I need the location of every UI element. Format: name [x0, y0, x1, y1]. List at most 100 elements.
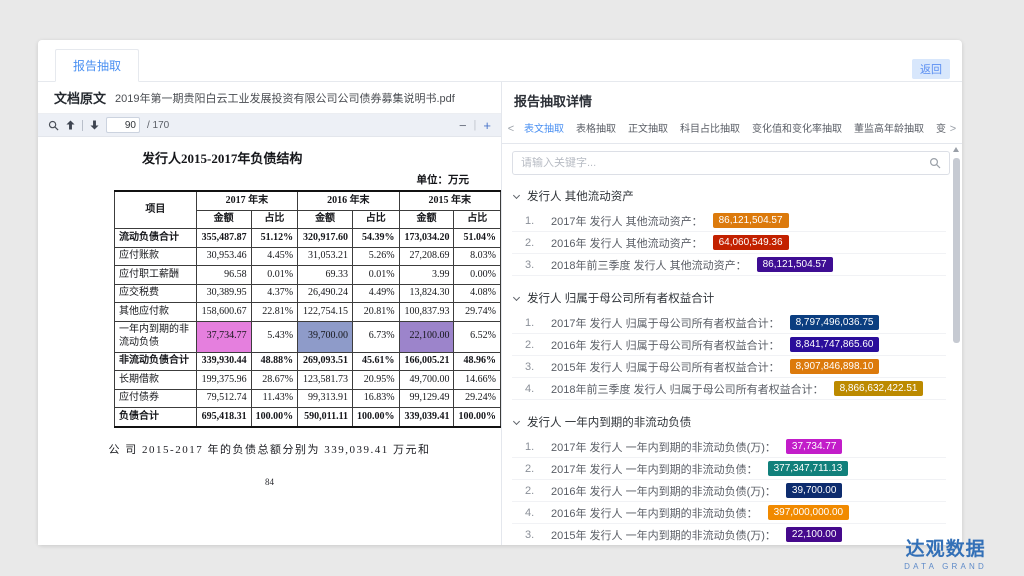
value-cell: 269,093.51	[298, 352, 353, 371]
extraction-list: 发行人 其他流动资产1.2017年 发行人 其他流动资产：86,121,504.…	[502, 181, 962, 545]
item-number: 3.	[525, 529, 541, 541]
extraction-tab[interactable]: 变化值和变化率抽取	[749, 115, 845, 144]
value-cell: 16.83%	[353, 389, 400, 408]
value-cell: 26,490.24	[298, 284, 353, 303]
page-down-icon[interactable]	[90, 120, 99, 130]
pdf-table-row: 非流动负债合计339,930.4448.88%269,093.5145.61%1…	[115, 352, 501, 371]
pdf-table-row: 应付债券79,512.7411.43%99,313.9116.83%99,129…	[115, 389, 501, 408]
extraction-item: 2.2016年 发行人 其他流动资产：64,060,549.36	[512, 232, 946, 254]
value-cell: 6.73%	[353, 321, 400, 352]
item-number: 3.	[525, 361, 541, 373]
value-badge[interactable]: 8,866,632,422.51	[834, 381, 924, 396]
item-number: 1.	[525, 441, 541, 453]
section-title: 发行人 归属于母公司所有者权益合计	[527, 290, 714, 306]
zoom-in-button[interactable]: +	[483, 118, 491, 133]
extraction-panel-title: 报告抽取详情	[502, 82, 962, 115]
value-cell: 339,039.41	[399, 408, 454, 427]
value-badge[interactable]: 8,841,747,865.60	[790, 337, 880, 352]
value-cell: 31,053.21	[298, 247, 353, 266]
value-badge[interactable]: 22,100.00	[786, 527, 843, 542]
table-header-cell: 占比	[251, 210, 298, 229]
scrollbar-thumb[interactable]	[953, 158, 960, 343]
extraction-item: 1.2017年 发行人 其他流动资产：86,121,504.57	[512, 210, 946, 232]
extraction-tab[interactable]: 变动趋势	[933, 115, 946, 144]
pdf-table-row: 负债合计695,418.31100.00%590,011.11100.00%33…	[115, 408, 501, 427]
value-badge[interactable]: 39,700.00	[786, 483, 843, 498]
document-panel: 文档原文 2019年第一期贵阳白云工业发展投资有限公司公司债券募集说明书.pdf…	[38, 82, 502, 545]
extraction-tab[interactable]: 表格抽取	[573, 115, 619, 144]
table-header-cell: 占比	[353, 210, 400, 229]
pdf-toolbar: / 170 − | +	[38, 114, 501, 137]
value-cell: 4.37%	[251, 284, 298, 303]
pdf-table-row: 应付账款30,953.464.45%31,053.215.26%27,208.6…	[115, 247, 501, 266]
item-number: 2.	[525, 463, 541, 475]
value-badge[interactable]: 37,734.77	[786, 439, 843, 454]
highlighted-value-cell[interactable]: 39,700.00	[298, 321, 353, 352]
scroll-up-icon[interactable]	[953, 144, 959, 152]
value-cell: 49,700.00	[399, 371, 454, 390]
logo-english-text: DATA GRAND	[904, 562, 987, 571]
tabs-scroll-right-icon[interactable]: >	[946, 123, 960, 135]
value-cell: 0.01%	[353, 266, 400, 285]
scrollbar[interactable]	[953, 146, 960, 541]
back-button[interactable]: 返回	[912, 59, 950, 79]
extraction-tab[interactable]: 表文抽取	[521, 115, 567, 144]
extraction-tab[interactable]: 董监高年龄抽取	[851, 115, 927, 144]
section-header[interactable]: 发行人 归属于母公司所有者权益合计	[512, 283, 946, 312]
highlighted-value-cell[interactable]: 37,734.77	[196, 321, 251, 352]
item-number: 1.	[525, 317, 541, 329]
datagrand-logo: 达观数据 DATA GRAND	[904, 540, 987, 571]
row-label-cell: 长期借款	[115, 371, 197, 390]
row-label-cell: 非流动负债合计	[115, 352, 197, 371]
tabs-scroll-left-icon[interactable]: <	[504, 123, 518, 135]
value-badge[interactable]: 86,121,504.57	[757, 257, 833, 272]
row-label-cell: 应付债券	[115, 389, 197, 408]
pdf-table-row: 应付职工薪酬96.580.01%69.330.01%3.990.00%	[115, 266, 501, 285]
item-label: 2017年 发行人 一年内到期的非流动负债：	[551, 461, 758, 477]
search-icon[interactable]	[48, 120, 59, 131]
item-number: 4.	[525, 383, 541, 395]
section-header[interactable]: 发行人 一年内到期的非流动负债	[512, 407, 946, 436]
value-badge[interactable]: 397,000,000.00	[768, 505, 850, 520]
page-number-input[interactable]	[106, 117, 140, 133]
extraction-tab-list: 表文抽取表格抽取正文抽取科目占比抽取变化值和变化率抽取董监高年龄抽取变动趋势	[518, 115, 946, 144]
page-up-icon[interactable]	[66, 120, 75, 130]
pdf-table-row: 应交税费30,389.954.37%26,490.244.49%13,824.3…	[115, 284, 501, 303]
liability-table: 项目2017 年末2016 年末2015 年末金额占比金额占比金额占比 流动负债…	[114, 190, 501, 428]
value-cell: 29.74%	[454, 303, 501, 322]
item-label: 2016年 发行人 归属于母公司所有者权益合计：	[551, 337, 780, 353]
main-card: 报告抽取 返回 文档原文 2019年第一期贵阳白云工业发展投资有限公司公司债券募…	[38, 40, 962, 545]
extraction-tab[interactable]: 正文抽取	[625, 115, 671, 144]
extraction-item: 2. 2017年 发行人 一年内到期的非流动负债： 377,347,711.13	[512, 458, 946, 480]
section-header[interactable]: 发行人 其他流动资产	[512, 181, 946, 210]
row-label-cell: 应付职工薪酬	[115, 266, 197, 285]
highlighted-value-cell[interactable]: 22,100.00	[399, 321, 454, 352]
zoom-out-button[interactable]: −	[459, 118, 467, 133]
value-badge[interactable]: 64,060,549.36	[713, 235, 789, 250]
extraction-item: 4.2016年 发行人 一年内到期的非流动负债：397,000,000.00	[512, 502, 946, 524]
table-header-cell: 金额	[399, 210, 454, 229]
row-label-cell: 应付账款	[115, 247, 197, 266]
search-icon[interactable]	[929, 157, 941, 169]
extraction-tab[interactable]: 科目占比抽取	[677, 115, 743, 144]
pdf-page: 发行人2015-2017年负债结构 单位：万元 项目2017 年末2016 年末…	[38, 137, 501, 545]
table-header-cell: 占比	[454, 210, 501, 229]
pdf-table-row: 长期借款199,375.9628.67%123,581.7320.95%49,7…	[115, 371, 501, 390]
zoom-divider: |	[474, 119, 477, 131]
item-label: 2017年 发行人 归属于母公司所有者权益合计：	[551, 315, 780, 331]
value-cell: 4.49%	[353, 284, 400, 303]
value-badge[interactable]: 377,347,711.13	[768, 461, 849, 476]
content-row: 文档原文 2019年第一期贵阳白云工业发展投资有限公司公司债券募集说明书.pdf…	[38, 82, 962, 545]
keyword-search-input[interactable]	[521, 157, 929, 169]
value-cell: 30,953.46	[196, 247, 251, 266]
item-number: 1.	[525, 215, 541, 227]
value-badge[interactable]: 8,907,846,898.10	[790, 359, 880, 374]
row-label-cell: 流动负债合计	[115, 229, 197, 248]
value-badge[interactable]: 8,797,496,036.75	[790, 315, 880, 330]
chevron-down-icon	[513, 293, 520, 300]
pdf-table-title: 发行人2015-2017年负债结构	[142, 148, 501, 167]
value-cell: 28.67%	[251, 371, 298, 390]
value-cell: 99,129.49	[399, 389, 454, 408]
value-badge[interactable]: 86,121,504.57	[713, 213, 789, 228]
tab-report-extraction[interactable]: 报告抽取	[55, 49, 139, 82]
